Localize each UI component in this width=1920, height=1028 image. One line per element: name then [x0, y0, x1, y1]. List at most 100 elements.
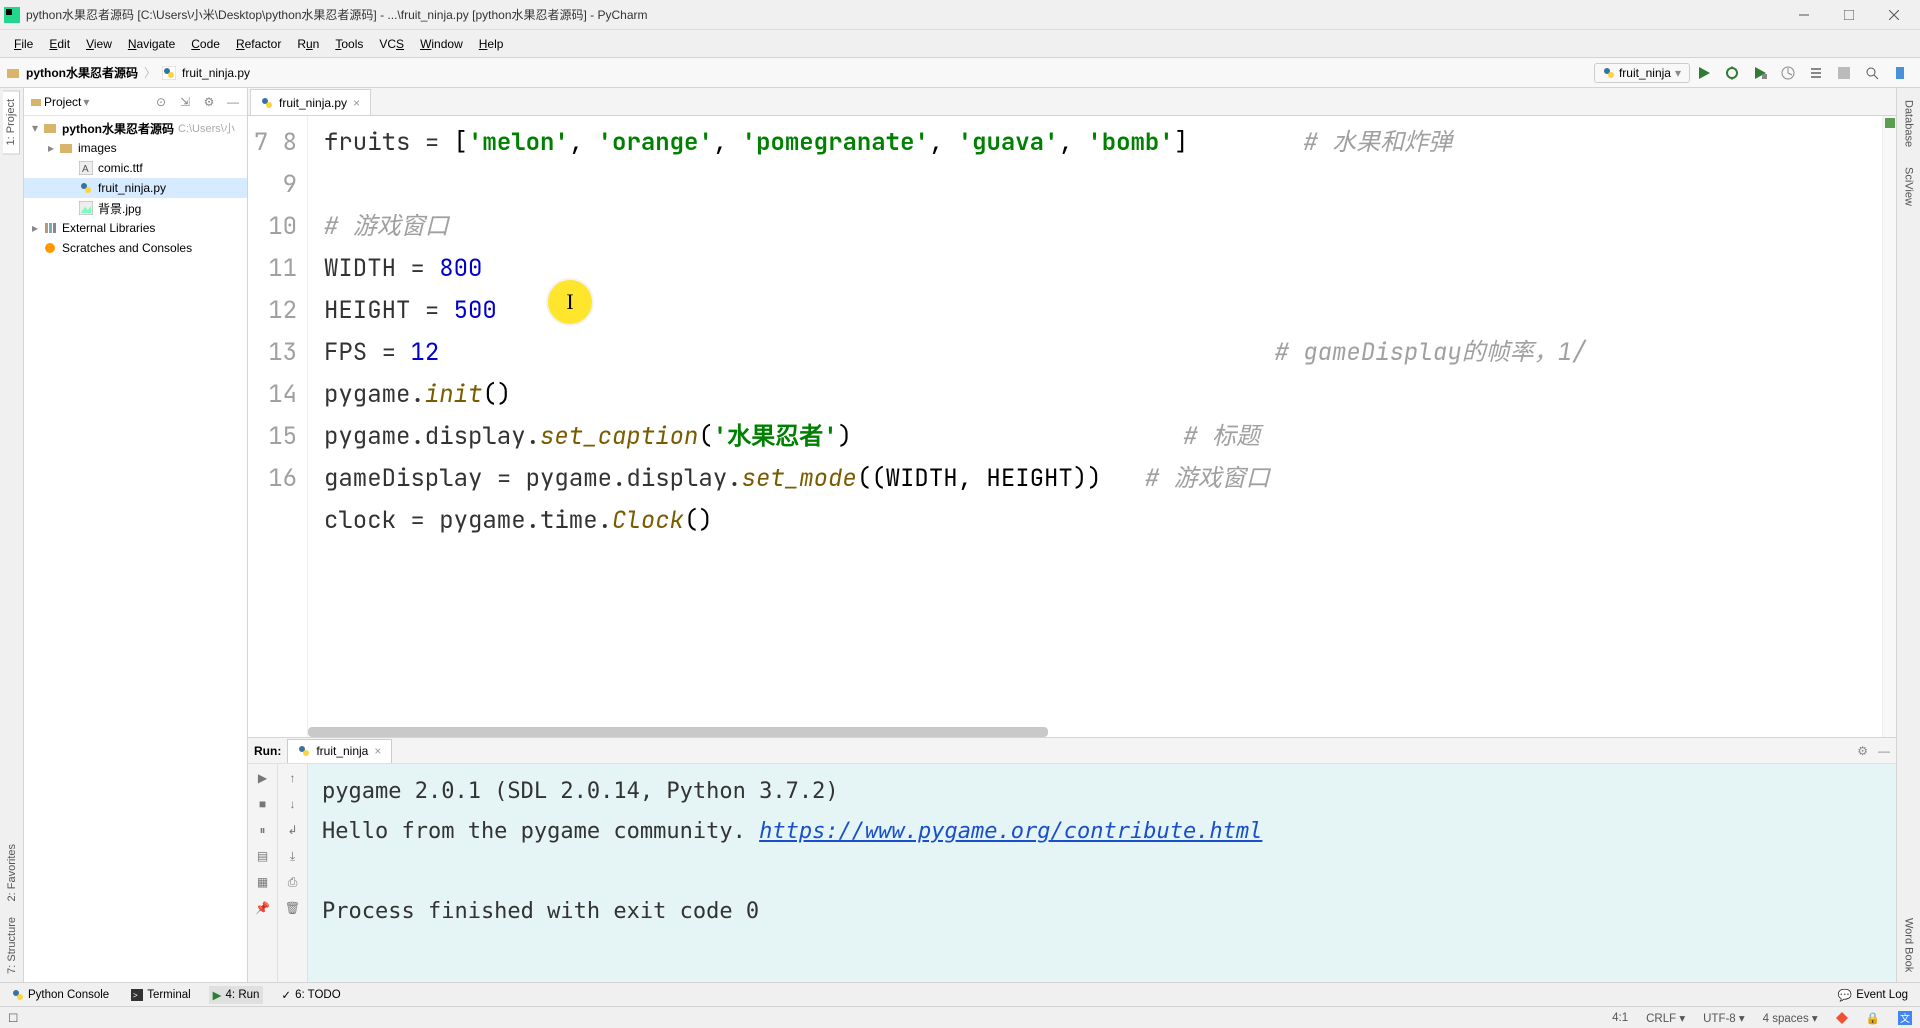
- rerun-icon[interactable]: ▶: [253, 768, 273, 788]
- editor-body[interactable]: 7 8 9 10 11 12 13 14 15 16 fruits = ['me…: [248, 116, 1896, 737]
- database-tool-tab[interactable]: Database: [1901, 90, 1917, 157]
- run-console[interactable]: pygame 2.0.1 (SDL 2.0.14, Python 3.7.2) …: [308, 764, 1896, 982]
- menu-window[interactable]: Window: [412, 33, 471, 55]
- attach-button[interactable]: [1803, 61, 1829, 85]
- maximize-button[interactable]: [1826, 1, 1871, 29]
- wordbook-tool-tab[interactable]: Word Book: [1901, 908, 1917, 982]
- menu-view[interactable]: View: [78, 33, 120, 55]
- console-line: pygame 2.0.1 (SDL 2.0.14, Python 3.7.2): [322, 772, 1882, 812]
- debug-button[interactable]: [1719, 61, 1745, 85]
- gear-icon[interactable]: ⚙: [201, 94, 217, 110]
- run-config-selector[interactable]: fruit_ninja ▾: [1594, 63, 1690, 83]
- horizontal-scrollbar[interactable]: [308, 727, 1048, 737]
- scroll-icon[interactable]: ⤓: [283, 846, 303, 866]
- python-console-tab[interactable]: Python Console: [8, 987, 113, 1003]
- right-tool-strip: Database SciView Word Book: [1896, 88, 1920, 982]
- console-link[interactable]: https://www.pygame.org/contribute.html: [759, 819, 1262, 844]
- hide-icon[interactable]: —: [1878, 744, 1890, 758]
- caret-position[interactable]: 4:1: [1612, 1012, 1628, 1024]
- menu-run[interactable]: Run: [289, 33, 327, 55]
- profile-button[interactable]: [1775, 61, 1801, 85]
- stop-button[interactable]: [1831, 61, 1857, 85]
- todo-tab[interactable]: ✓ 6: TODO: [277, 986, 344, 1004]
- statusbar-icon[interactable]: ☐: [8, 1011, 18, 1025]
- marker-strip[interactable]: [1882, 116, 1896, 737]
- run-tab[interactable]: fruit_ninja ×: [287, 739, 392, 763]
- translate-icon[interactable]: 文: [1898, 1011, 1912, 1025]
- menu-help[interactable]: Help: [471, 33, 512, 55]
- project-header: Project ▾ ⊙ ⇲ ⚙ —: [24, 88, 247, 116]
- run-tab-bottom[interactable]: ▶ 4: Run: [209, 986, 264, 1004]
- sciview-tool-tab[interactable]: SciView: [1901, 157, 1917, 216]
- close-icon[interactable]: ×: [374, 744, 381, 758]
- wrap-icon[interactable]: ↲: [283, 820, 303, 840]
- ide-settings-icon[interactable]: [1887, 61, 1913, 85]
- layout-icon[interactable]: ▤: [253, 846, 273, 866]
- run-config-name: fruit_ninja: [1619, 66, 1671, 80]
- favorites-tool-tab[interactable]: 2: Favorites: [4, 836, 20, 909]
- hide-icon[interactable]: —: [225, 94, 241, 110]
- svg-text:文: 文: [1900, 1012, 1910, 1025]
- event-log-tab[interactable]: 💬 Event Log: [1834, 986, 1912, 1004]
- tree-root[interactable]: ▾ python水果忍者源码 C:\Users\小: [24, 118, 247, 138]
- project-tree[interactable]: ▾ python水果忍者源码 C:\Users\小 ▸ images A com…: [24, 116, 247, 982]
- run-toolbar-1: ▶ ■ ⏸ ▤ ▦ 📌: [248, 764, 278, 982]
- menu-refactor[interactable]: Refactor: [228, 33, 289, 55]
- tree-item-comic[interactable]: A comic.ttf: [24, 158, 247, 178]
- pin-icon[interactable]: 📌: [253, 898, 273, 918]
- close-icon[interactable]: ×: [353, 96, 360, 110]
- project-view-selector[interactable]: Project ▾: [30, 95, 89, 109]
- code-area[interactable]: fruits = ['melon', 'orange', 'pomegranat…: [308, 116, 1882, 737]
- chevron-down-icon: ▾: [83, 95, 89, 109]
- breadcrumb-file[interactable]: fruit_ninja.py: [182, 66, 250, 80]
- encoding[interactable]: UTF-8 ▾: [1703, 1011, 1745, 1025]
- tree-item-fruit-ninja[interactable]: fruit_ninja.py: [24, 178, 247, 198]
- menu-vcs[interactable]: VCS: [371, 33, 412, 55]
- git-icon[interactable]: [1836, 1012, 1848, 1024]
- tree-external-libs[interactable]: ▸ External Libraries: [24, 218, 247, 238]
- coverage-button[interactable]: [1747, 61, 1773, 85]
- terminal-tab[interactable]: > Terminal: [127, 987, 194, 1003]
- close-button[interactable]: [1871, 1, 1916, 29]
- trash-icon[interactable]: 🗑: [283, 898, 303, 918]
- chevron-down-icon[interactable]: ▾: [28, 121, 42, 135]
- gutter: 7 8 9 10 11 12 13 14 15 16: [248, 116, 308, 737]
- print-icon[interactable]: ⎙: [283, 872, 303, 892]
- gear-icon[interactable]: ⚙: [1857, 744, 1868, 758]
- dump-icon[interactable]: ▦: [253, 872, 273, 892]
- menu-code[interactable]: Code: [183, 33, 228, 55]
- run-button[interactable]: [1691, 61, 1717, 85]
- project-tool-tab[interactable]: 1: Project: [3, 90, 20, 154]
- tree-scratches[interactable]: Scratches and Consoles: [24, 238, 247, 258]
- search-everywhere-button[interactable]: [1859, 61, 1885, 85]
- expand-icon[interactable]: ⇲: [177, 94, 193, 110]
- stop-icon[interactable]: ■: [253, 794, 273, 814]
- menu-tools[interactable]: Tools: [327, 33, 371, 55]
- menu-file[interactable]: File: [6, 33, 41, 55]
- menu-navigate[interactable]: Navigate: [120, 33, 183, 55]
- editor-tab-label: fruit_ninja.py: [279, 96, 347, 110]
- pause-icon[interactable]: ⏸: [253, 820, 273, 840]
- chevron-right-icon[interactable]: ▸: [44, 141, 58, 155]
- editor-tab[interactable]: fruit_ninja.py ×: [250, 89, 371, 115]
- up-icon[interactable]: ↑: [283, 768, 303, 788]
- library-icon: [42, 220, 58, 236]
- menu-edit[interactable]: Edit: [41, 33, 78, 55]
- indent[interactable]: 4 spaces ▾: [1763, 1011, 1818, 1025]
- chevron-right-icon[interactable]: ▸: [28, 221, 42, 235]
- tree-item-label: External Libraries: [62, 221, 155, 235]
- svg-text:A: A: [82, 164, 89, 175]
- tree-item-bg[interactable]: 背景.jpg: [24, 198, 247, 218]
- menubar: File Edit View Navigate Code Refactor Ru…: [0, 30, 1920, 58]
- run-tool-window: Run: fruit_ninja × ⚙ — ▶ ■ ⏸ ▤ ▦ 📌 ↑: [248, 737, 1896, 982]
- line-separator[interactable]: CRLF ▾: [1646, 1011, 1685, 1025]
- run-label: Run:: [254, 744, 281, 758]
- breadcrumb-root[interactable]: python水果忍者源码: [26, 64, 138, 81]
- minimize-button[interactable]: [1781, 1, 1826, 29]
- structure-tool-tab[interactable]: 7: Structure: [4, 909, 20, 982]
- locate-icon[interactable]: ⊙: [153, 94, 169, 110]
- down-icon[interactable]: ↓: [283, 794, 303, 814]
- python-file-icon: [162, 66, 176, 80]
- tree-item-images[interactable]: ▸ images: [24, 138, 247, 158]
- lock-icon[interactable]: 🔒: [1866, 1011, 1880, 1025]
